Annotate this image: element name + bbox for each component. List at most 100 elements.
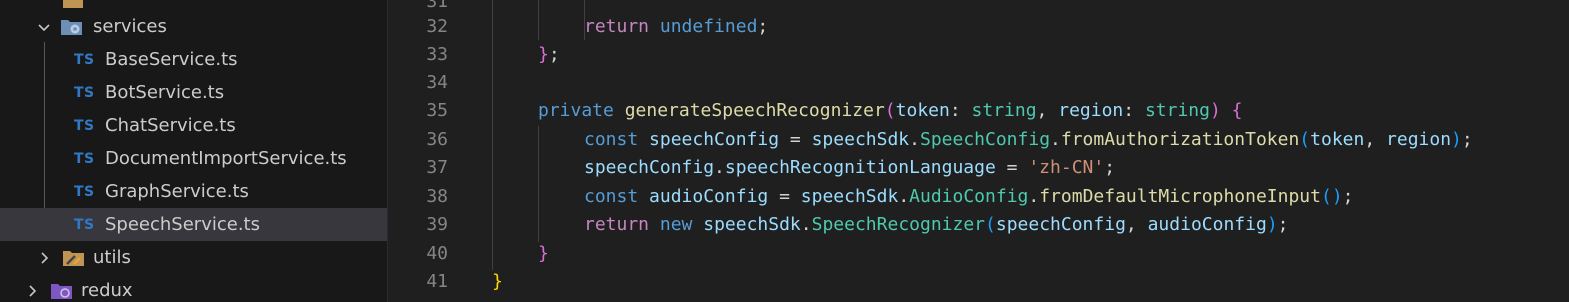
code-token: () bbox=[1320, 186, 1343, 207]
code-text: } bbox=[538, 240, 549, 268]
code-token: . bbox=[800, 214, 812, 235]
code-token: = bbox=[768, 186, 801, 207]
code-token: ; bbox=[1277, 214, 1289, 235]
code-token: fromAuthorizationToken bbox=[1060, 129, 1300, 150]
code-token: : bbox=[1123, 100, 1145, 121]
code-token: generateSpeechRecognizer bbox=[624, 100, 885, 121]
tree-item-label: services bbox=[93, 16, 167, 37]
code-token: speechRecognitionLanguage bbox=[724, 157, 996, 178]
tree-item-label: utils bbox=[93, 247, 131, 268]
code-text: speechConfig.speechRecognitionLanguage =… bbox=[584, 154, 1115, 182]
code-token: } bbox=[492, 271, 503, 292]
code-token: region bbox=[1058, 100, 1124, 121]
code-token: AudioConfig bbox=[909, 186, 1029, 207]
code-text: return new speechSdk.SpeechRecognizer(sp… bbox=[584, 211, 1289, 239]
tree-item-label: SpeechService.ts bbox=[105, 214, 260, 235]
tree-folder-redux[interactable]: redux bbox=[0, 274, 387, 302]
code-text: const speechConfig = speechSdk.SpeechCon… bbox=[584, 126, 1473, 154]
code-token: = bbox=[779, 129, 812, 150]
line-number: 36 bbox=[426, 129, 448, 150]
utils-folder-icon bbox=[62, 248, 84, 266]
code-token: return bbox=[584, 214, 650, 235]
code-token: speechConfig bbox=[649, 129, 780, 150]
code-token: . bbox=[898, 186, 910, 207]
code-line[interactable]: 40} bbox=[388, 240, 1569, 268]
code-token: , bbox=[1125, 214, 1148, 235]
tree-item-label: DocumentImportService.ts bbox=[105, 148, 347, 169]
code-token: . bbox=[1050, 129, 1061, 150]
chevron-right-icon[interactable] bbox=[22, 281, 42, 301]
code-line[interactable]: 32 return undefined; bbox=[388, 13, 1569, 41]
tree-file-documentimportservice[interactable]: TS DocumentImportService.ts bbox=[0, 142, 387, 175]
code-text: return undefined; bbox=[584, 13, 768, 41]
code-token: const bbox=[584, 186, 639, 207]
services-folder-icon bbox=[60, 17, 82, 35]
code-line[interactable]: 41} bbox=[388, 268, 1569, 296]
line-number: 40 bbox=[426, 243, 448, 264]
code-line[interactable]: 37 speechConfig.speechRecognitionLanguage… bbox=[388, 154, 1569, 182]
code-token: ; bbox=[1342, 186, 1354, 207]
code-token: ) bbox=[1451, 129, 1462, 150]
code-token: { bbox=[1231, 100, 1243, 121]
tree-file-baseservice[interactable]: TS BaseService.ts bbox=[0, 43, 387, 76]
code-text: } bbox=[492, 268, 503, 296]
code-token: speechSdk bbox=[703, 214, 801, 235]
code-text: }; bbox=[538, 41, 560, 69]
code-token: 'zh-CN' bbox=[1028, 157, 1105, 178]
code-token: token bbox=[895, 100, 950, 121]
explorer-sidebar: services TS BaseService.ts TS BotService… bbox=[0, 0, 388, 302]
code-line[interactable]: 33}; bbox=[388, 41, 1569, 69]
tree-file-botservice[interactable]: TS BotService.ts bbox=[0, 76, 387, 109]
code-token: ; bbox=[757, 16, 769, 37]
chevron-right-icon[interactable] bbox=[34, 248, 54, 268]
code-token: ; bbox=[1461, 129, 1473, 150]
code-token: : bbox=[949, 100, 972, 121]
line-number: 34 bbox=[426, 72, 448, 93]
code-token: undefined bbox=[659, 16, 758, 37]
code-token: ) bbox=[1209, 100, 1221, 121]
chevron-down-icon[interactable] bbox=[34, 17, 54, 37]
code-token: audioConfig bbox=[649, 186, 769, 207]
code-editor[interactable]: 31 32 return undefined; 33}; 34 35 private gen… bbox=[388, 0, 1569, 302]
line-number: 33 bbox=[426, 44, 448, 65]
code-token: speechConfig bbox=[584, 157, 715, 178]
folder-icon bbox=[62, 0, 84, 9]
tree-folder-services[interactable]: services bbox=[0, 10, 387, 43]
code-token: speechSdk bbox=[800, 186, 899, 207]
code-token: return bbox=[584, 16, 650, 37]
code-token: ( bbox=[884, 100, 896, 121]
code-token: ; bbox=[1104, 157, 1116, 178]
code-token: private bbox=[538, 100, 614, 121]
tree-item-label: GraphService.ts bbox=[105, 181, 249, 202]
tree-file-chatservice[interactable]: TS ChatService.ts bbox=[0, 109, 387, 142]
typescript-file-icon: TS bbox=[74, 117, 95, 134]
code-token: . bbox=[909, 129, 920, 150]
tree-file-graphservice[interactable]: TS GraphService.ts bbox=[0, 175, 387, 208]
code-token: . bbox=[714, 157, 725, 178]
code-token: audioConfig bbox=[1147, 214, 1267, 235]
code-token: const bbox=[584, 129, 639, 150]
tree-folder-utils[interactable]: utils bbox=[0, 241, 387, 274]
tree-file-speechservice[interactable]: TS SpeechService.ts bbox=[0, 208, 387, 241]
code-token: speechSdk bbox=[811, 129, 910, 150]
code-token: } bbox=[538, 243, 549, 264]
code-line[interactable]: 34 bbox=[388, 69, 1569, 97]
code-token: region bbox=[1386, 129, 1452, 150]
typescript-file-icon: TS bbox=[74, 183, 95, 200]
line-number: 35 bbox=[426, 100, 448, 121]
line-number: 39 bbox=[426, 214, 448, 235]
typescript-file-icon: TS bbox=[74, 84, 95, 101]
code-line[interactable]: 36 const speechConfig = speechSdk.SpeechC… bbox=[388, 126, 1569, 154]
code-line[interactable]: 39 return new speechSdk.SpeechRecognizer(… bbox=[388, 211, 1569, 239]
code-line[interactable]: 35 private generateSpeechRecognizer(token… bbox=[388, 97, 1569, 125]
code-token: SpeechConfig bbox=[919, 129, 1051, 150]
code-line[interactable]: 38 const audioConfig = speechSdk.AudioCon… bbox=[388, 183, 1569, 211]
code-token: . bbox=[1028, 186, 1040, 207]
code-token: ( bbox=[1299, 129, 1311, 150]
code-token: speechConfig bbox=[995, 214, 1126, 235]
code-token: ; bbox=[548, 44, 560, 65]
